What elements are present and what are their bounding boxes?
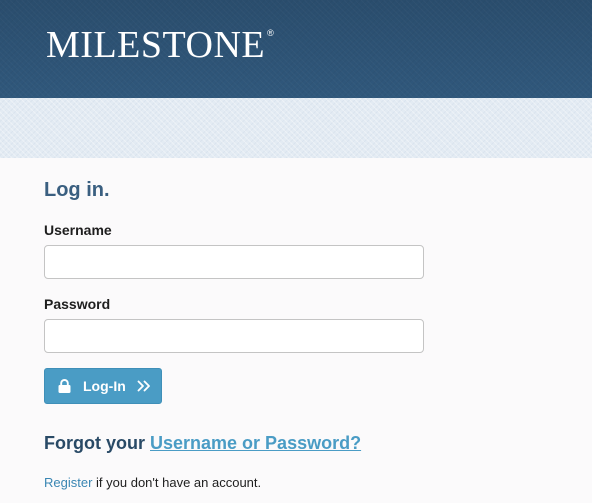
password-label: Password bbox=[44, 296, 111, 312]
header-band bbox=[0, 98, 592, 158]
register-link[interactable]: Register bbox=[44, 475, 92, 490]
login-button[interactable]: Log-In bbox=[44, 368, 162, 404]
lock-icon bbox=[58, 379, 71, 393]
site-header: MILESTONE ® bbox=[0, 0, 592, 98]
username-input[interactable] bbox=[44, 245, 424, 279]
milestone-logo[interactable]: MILESTONE ® bbox=[46, 24, 274, 66]
forgot-prefix: Forgot your bbox=[44, 433, 150, 453]
register-text: Register if you don't have an account. bbox=[44, 475, 261, 491]
forgot-credentials-text: Forgot your Username or Password? bbox=[44, 432, 361, 454]
logo-text: MILESTONE bbox=[46, 24, 266, 66]
username-label: Username bbox=[44, 222, 112, 238]
password-input[interactable] bbox=[44, 319, 424, 353]
login-button-label: Log-In bbox=[83, 378, 126, 394]
page-title: Log in. bbox=[44, 179, 110, 201]
chevrons-right-icon bbox=[137, 380, 150, 392]
login-panel: Log in. Username Password Log-In Forgot … bbox=[0, 158, 592, 503]
register-suffix: if you don't have an account. bbox=[92, 475, 262, 490]
registered-mark: ® bbox=[267, 28, 274, 38]
forgot-credentials-link[interactable]: Username or Password? bbox=[150, 433, 361, 453]
